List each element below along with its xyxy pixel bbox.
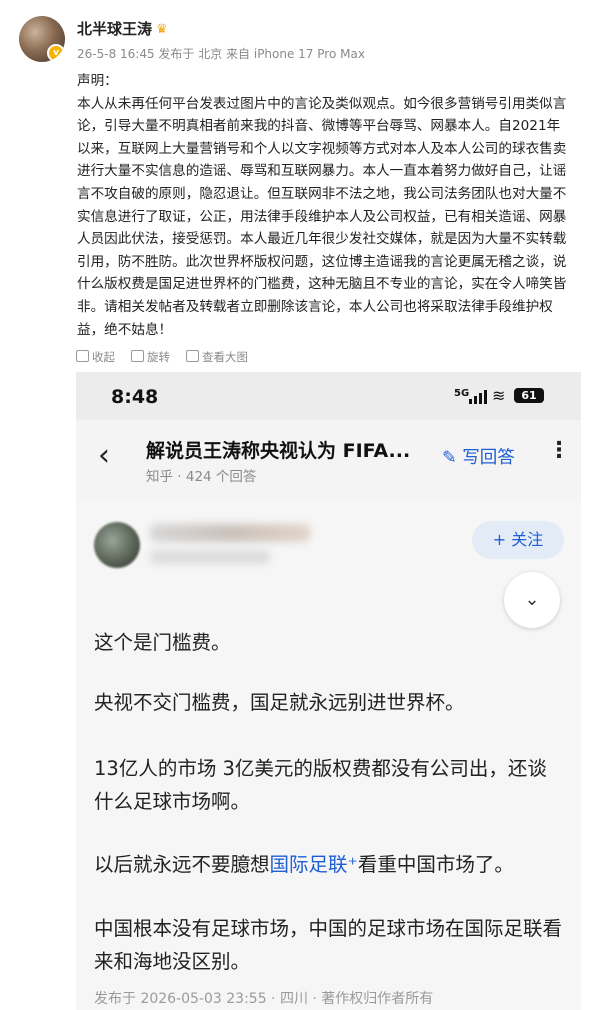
more-vertical-icon[interactable]: ⋮ [548,438,570,463]
question-header: ‹ 解说员王涛称央视认为 FIFA... 知乎 · 424 个回答 ✎ 写回答 … [76,420,581,498]
content-line: 本人从未再任何平台发表过图片中的言论及类似观点。如今很多营销号引用类似言 [77,95,567,112]
verified-badge-icon: v [47,44,65,62]
content-line: 人员因此伏法，接受惩罚。本人最近几年很少发社交媒体，就是因为大量不实转载 [77,231,567,248]
image-icon [186,350,199,362]
content-line: 进行大量不实信息的造谣、辱骂和互联网暴力。本人一直本着努力做好自己，让谣 [77,163,567,180]
answer-footer: 发布于 2026-05-03 23:55 · 四川 · 著作权归作者所有 [94,991,434,1007]
post-content: 声明： 本人从未再任何平台发表过图片中的言论及类似观点。如今很多营销号引用类似言… [77,70,583,341]
author-desc-blurred [150,550,270,564]
battery-icon: 61 [514,388,544,403]
content-line: 什么版权费是国足进世界杯的门槛费，这种无脑且不专业的言论，实在令人啼笑皆 [77,276,567,293]
chevron-left-icon[interactable]: ‹ [98,438,110,473]
follow-button[interactable]: + 关注 [472,521,564,559]
weibo-post: v 北半球王涛 ♛ 26-5-8 16:45 发布于 北京 来自 iPhone 1… [0,0,595,345]
signal-icon [469,390,487,404]
answer-paragraph: 中国根本没有足球市场，中国的足球市场在国际足联看来和海地没区别。 [94,917,563,973]
answer-paragraph: 央视不交门槛费，国足就永远别进世界杯。 [94,691,465,714]
network-label: 5G [454,388,470,399]
avatar[interactable]: v [19,16,65,62]
author-avatar[interactable] [94,522,140,568]
content-line: 以来，互联网上大量营销号和个人以文字视频等方式对本人及本人公司的球衣售卖 [77,140,567,157]
question-title[interactable]: 解说员王涛称央视认为 FIFA... [146,436,410,463]
status-time: 8:48 [111,386,159,408]
content-line: 非。请相关发帖者及转载者立即删除该言论，本人公司也将采取法律手段维护权 [77,298,553,315]
view-full-image-button[interactable]: 查看大图 [186,349,248,365]
rotate-icon [131,350,144,362]
content-line: 论，引导大量不明真相者前来我的抖音、微博等平台辱骂、网暴本人。自2021年 [77,118,561,135]
username[interactable]: 北半球王涛 ♛ [77,18,168,39]
write-answer-button[interactable]: ✎ 写回答 [442,444,515,469]
image-actions: 收起 旋转 查看大图 [76,349,248,365]
content-line: 益，绝不姑息！ [77,321,173,338]
link-icon: ⁺ [347,853,358,876]
status-bar: 8:48 5G ≋ 61 [76,372,581,420]
collapse-button[interactable]: 收起 [76,349,115,365]
edit-icon: ✎ [442,448,457,468]
crown-icon: ♛ [156,22,168,37]
answer-paragraph: 13亿人的市场 3亿美元的版权费都没有公司出，还谈什么足球市场啊。 [94,757,547,813]
author-name-blurred [150,524,310,542]
content-line: 言不攻自破的原则，隐忍退让。但互联网非不法之地，我公司法务团队也对大量不 [77,185,567,202]
question-subtitle: 知乎 · 424 个回答 [146,469,257,485]
fifa-link[interactable]: 国际足联 [270,853,348,876]
collapse-icon [76,350,89,362]
content-line: 声明： [77,73,118,89]
answer-paragraph: 这个是门槛费。 [94,631,231,654]
content-line: 引用，防不胜防。此次世界杯版权问题，这位博主造谣我的言论更属无稽之谈，说 [77,253,567,270]
rotate-button[interactable]: 旋转 [131,349,170,365]
post-meta: 26-5-8 16:45 发布于 北京 来自 iPhone 17 Pro Max [77,47,365,61]
content-line: 实信息进行了取证，公正，用法律手段维护本人及公司权益，已有相关造谣、网暴 [77,208,567,225]
answer-body: + 关注 ⌄ 这个是门槛费。 央视不交门槛费，国足就永远别进世界杯。 13亿人的… [76,498,581,1010]
answer-paragraph: 以后就永远不要臆想国际足联⁺看重中国市场了。 [94,853,514,876]
double-chevron-down-icon[interactable]: ⌄ [504,572,560,628]
embedded-screenshot[interactable]: 8:48 5G ≋ 61 ‹ 解说员王涛称央视认为 FIFA... 知乎 · 4… [76,372,581,1010]
wifi-icon: ≋ [492,386,506,405]
